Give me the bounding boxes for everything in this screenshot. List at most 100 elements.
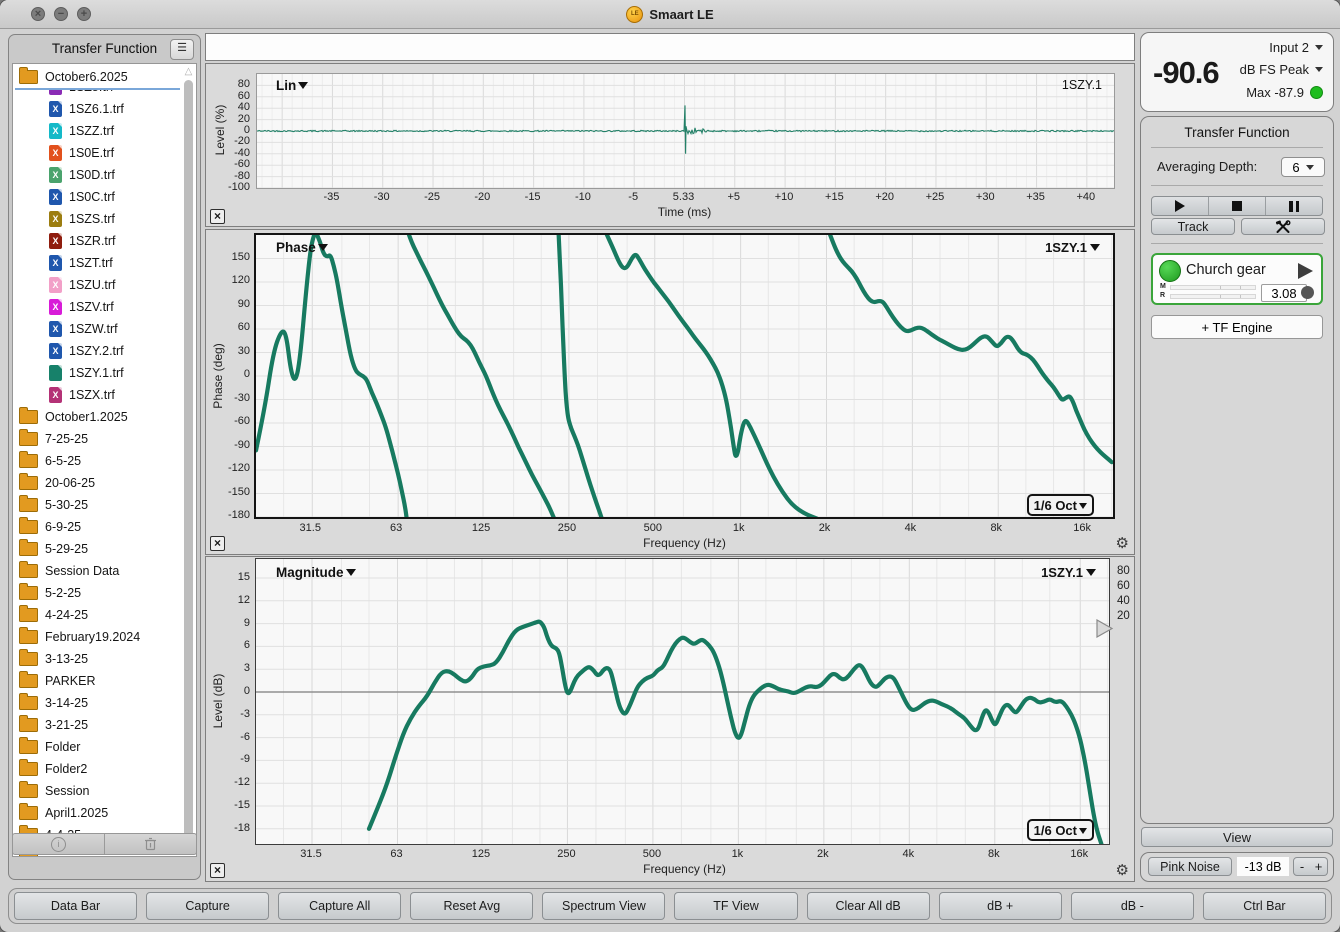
y-tick-label: 30 xyxy=(237,344,250,357)
folder-label: 6-5-25 xyxy=(45,454,82,468)
file-item[interactable]: X 1SZ6.1.trf xyxy=(49,98,124,120)
folder-item[interactable]: 20-06-25 xyxy=(19,472,95,494)
folder-item[interactable]: 4-24-25 xyxy=(19,604,88,626)
folder-item[interactable]: Folder xyxy=(19,736,80,758)
control-bar-button-capture-all[interactable]: Capture All xyxy=(278,892,402,920)
phase-plot[interactable] xyxy=(254,233,1115,519)
lin-plot[interactable] xyxy=(256,73,1115,189)
delete-button[interactable] xyxy=(105,834,196,854)
file-item[interactable]: X 1SZR.trf xyxy=(49,230,116,252)
control-bar-button-clear-all-db[interactable]: Clear All dB xyxy=(806,892,930,920)
close-pane-button[interactable]: × xyxy=(210,209,225,224)
file-item[interactable]: X 1SZ5.trf xyxy=(49,90,113,98)
engine-play-icon[interactable] xyxy=(1298,263,1313,279)
magnitude-plot[interactable] xyxy=(255,558,1110,845)
pane-settings-gear-icon[interactable]: ⚙ xyxy=(1116,534,1129,552)
averaging-depth-select[interactable]: 6 xyxy=(1281,157,1325,177)
meter-input-selector[interactable]: Input 2 xyxy=(1269,40,1323,55)
file-item[interactable]: X 1SZY.2.trf xyxy=(49,340,124,362)
view-button[interactable]: View xyxy=(1141,827,1333,847)
phase-chart-type-selector[interactable]: Phase xyxy=(276,238,328,256)
x-tick-label: -5 xyxy=(628,191,639,203)
folder-label: Folder2 xyxy=(45,762,88,776)
record-delay-button[interactable] xyxy=(1301,286,1314,299)
folder-label: 3-21-25 xyxy=(45,718,89,732)
file-item[interactable]: X 1SZZ.trf xyxy=(49,120,114,142)
folder-icon xyxy=(19,473,38,490)
scroll-up-icon[interactable]: △ xyxy=(183,66,194,77)
folder-item-root[interactable]: October6.2025 xyxy=(19,66,128,88)
file-item[interactable]: 1SZY.1.trf xyxy=(49,362,124,384)
docking-strip xyxy=(205,33,1135,61)
add-tf-engine-button[interactable]: + TF Engine xyxy=(1151,315,1323,339)
phase-trace-selector[interactable]: 1SZY.1 xyxy=(1045,238,1100,256)
lin-chart-type-selector[interactable]: Lin xyxy=(276,76,309,94)
level-decrease-button[interactable]: - xyxy=(1293,857,1311,876)
folder-item[interactable]: 3-14-25 xyxy=(19,692,88,714)
scrollbar[interactable]: △ ▽ xyxy=(182,65,195,855)
tools-button[interactable] xyxy=(1241,218,1325,235)
folder-item[interactable]: Folder2 xyxy=(19,758,87,780)
phase-chart-pane: Phase 1SZY.1 Phase (deg) 150 120 90 60 30 0 -3… xyxy=(205,229,1135,555)
folder-label: 3-13-25 xyxy=(45,652,89,666)
info-button[interactable]: i xyxy=(13,834,104,854)
folder-item[interactable]: April1.2025 xyxy=(19,802,108,824)
file-item[interactable]: X 1S0E.trf xyxy=(49,142,114,164)
file-browser-menu-button[interactable]: ☰ xyxy=(170,39,194,60)
y-tick-label: -90 xyxy=(234,438,250,451)
pane-settings-gear-icon[interactable]: ⚙ xyxy=(1116,861,1129,879)
folder-item[interactable]: Session xyxy=(19,780,89,802)
folder-item[interactable]: 3-13-25 xyxy=(19,648,88,670)
x-tick-label: +10 xyxy=(774,191,794,203)
folder-item[interactable]: 3-21-25 xyxy=(19,714,88,736)
folder-item[interactable]: February19.2024 xyxy=(19,626,140,648)
magnitude-chart-type-selector[interactable]: Magnitude xyxy=(276,563,356,581)
meter-scale-selector[interactable]: dB FS Peak xyxy=(1240,62,1323,77)
file-item[interactable]: X 1SZT.trf xyxy=(49,252,113,274)
play-button[interactable] xyxy=(1152,197,1209,215)
magnitude-trace-selector[interactable]: 1SZY.1 xyxy=(1041,563,1096,581)
track-button[interactable]: Track xyxy=(1151,218,1235,235)
file-list[interactable]: October6.2025 X 1SZ5.trf X 1SZ6.1.trf X 1SZZ.… xyxy=(12,63,197,857)
control-bar-button-tf-view[interactable]: TF View xyxy=(674,892,798,920)
control-bar-button-spectrum-view[interactable]: Spectrum View xyxy=(542,892,666,920)
stop-button[interactable] xyxy=(1209,197,1266,215)
control-bar-button-capture[interactable]: Capture xyxy=(146,892,270,920)
file-item[interactable]: X 1SZU.trf xyxy=(49,274,116,296)
folder-item[interactable]: 6-9-25 xyxy=(19,516,81,538)
pink-noise-button[interactable]: Pink Noise xyxy=(1148,857,1232,876)
folder-item[interactable]: 6-5-25 xyxy=(19,450,81,472)
folder-item[interactable]: October1.2025 xyxy=(19,406,128,428)
control-bar-button-db-[interactable]: dB + xyxy=(938,892,1062,920)
engine-power-indicator[interactable] xyxy=(1159,260,1181,282)
control-bar-button-reset-avg[interactable]: Reset Avg xyxy=(410,892,534,920)
folder-item[interactable]: 5-30-25 xyxy=(19,494,88,516)
scrollbar-thumb[interactable] xyxy=(184,80,193,840)
magnitude-smoothing-selector[interactable]: 1/6 Oct xyxy=(1026,819,1094,841)
folder-item[interactable]: 7-25-25 xyxy=(19,428,88,450)
folder-item[interactable]: 5-29-25 xyxy=(19,538,88,560)
folder-item[interactable]: PARKER xyxy=(19,670,95,692)
coherence-tick-label: 60 xyxy=(1117,580,1130,592)
file-item[interactable]: X 1SZX.trf xyxy=(49,384,115,406)
control-bar-button-db-[interactable]: dB - xyxy=(1070,892,1194,920)
scale-handle[interactable] xyxy=(1096,619,1114,638)
folder-item[interactable]: 5-2-25 xyxy=(19,582,81,604)
file-item[interactable]: X 1SZS.trf xyxy=(49,208,115,230)
file-item[interactable]: X 1SZV.trf xyxy=(49,296,114,318)
phase-smoothing-selector[interactable]: 1/6 Oct xyxy=(1026,494,1094,516)
folder-item[interactable]: Session Data xyxy=(19,560,119,582)
file-icon: X xyxy=(49,189,62,205)
level-increase-button[interactable]: + xyxy=(1310,857,1328,876)
pause-button[interactable] xyxy=(1266,197,1322,215)
file-item[interactable]: X 1SZW.trf xyxy=(49,318,118,340)
file-icon: X xyxy=(49,211,62,227)
file-scroll-region[interactable]: X1SZ5.trfX1SZ6.1.trfX1SZZ.trfX1S0E.trfX1… xyxy=(15,90,180,856)
file-item[interactable]: X 1S0D.trf xyxy=(49,164,115,186)
close-pane-button[interactable]: × xyxy=(210,863,225,878)
close-pane-button[interactable]: × xyxy=(210,536,225,551)
file-item[interactable]: X 1S0C.trf xyxy=(49,186,115,208)
control-bar-button-ctrl-bar[interactable]: Ctrl Bar xyxy=(1202,892,1326,920)
tf-engine-card[interactable]: Church gear M R 3.08 xyxy=(1151,253,1323,305)
control-bar-button-data-bar[interactable]: Data Bar xyxy=(14,892,138,920)
